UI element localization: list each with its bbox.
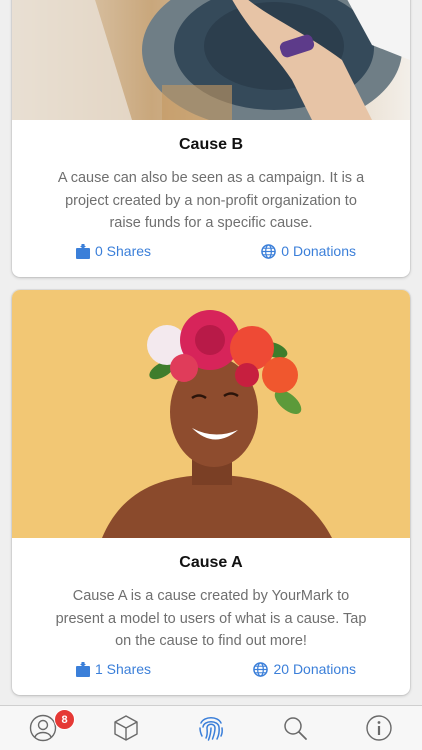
cause-b-description: A cause can also be seen as a campaign. … [57,170,365,231]
cause-a-photo [12,290,410,538]
tab-causes[interactable] [111,713,141,743]
cause-b-donations-label: 0 Donations [281,243,356,259]
cause-card-b[interactable]: Cause B A cause can also be seen as a ca… [12,0,410,277]
cause-b-stats: 0 Shares 0 Donations [12,243,410,263]
globe-icon [253,661,269,677]
bottom-tab-bar: 8 [0,705,422,750]
fingerprint-icon [199,717,223,741]
globe-icon [261,243,277,259]
cause-a-description: Cause A is a cause created by YourMark t… [55,588,367,649]
tab-fingerprint[interactable] [196,713,226,743]
cause-b-photo [12,0,410,120]
cause-a-shares-button[interactable]: 1 Shares [76,661,151,677]
cause-b-shares-label: 0 Shares [95,243,152,259]
info-icon [366,715,392,741]
notification-badge: 8 [54,709,75,730]
share-bag-icon [76,661,90,677]
cause-b-title: Cause B [178,136,244,153]
search-icon [284,717,307,740]
cause-b-shares-button[interactable]: 0 Shares [76,243,151,259]
cause-a-title: Cause A [179,554,243,571]
cube-icon [114,715,138,741]
user-icon [29,714,57,742]
cause-a-shares-label: 1 Shares [95,661,152,677]
share-bag-icon [76,243,90,259]
cause-card-a[interactable]: Cause A Cause A is a cause created by Yo… [12,290,410,695]
cause-b-donations-button[interactable]: 0 Donations [261,243,356,259]
cause-a-donations-button[interactable]: 20 Donations [253,661,356,677]
cause-a-donations-label: 20 Donations [273,661,356,677]
tab-info[interactable] [364,713,394,743]
cause-a-stats: 1 Shares 20 Donations [12,661,410,681]
tab-search[interactable] [280,713,310,743]
